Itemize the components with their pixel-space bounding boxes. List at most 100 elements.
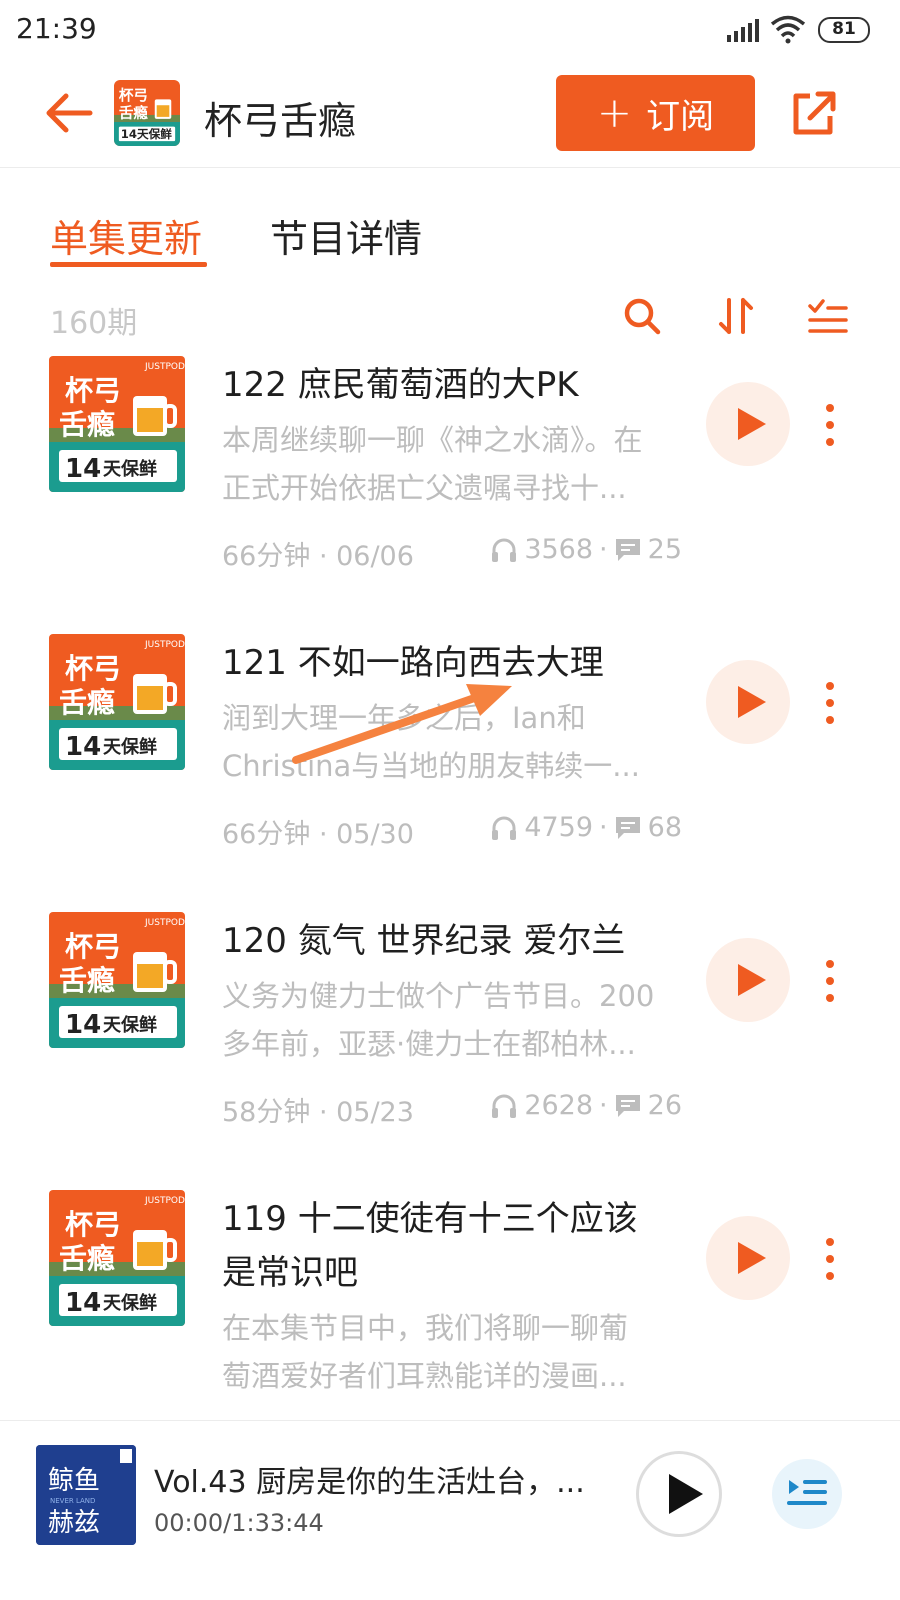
mini-player[interactable]: 鲸鱼 NEVER LAND 赫兹 Vol.43 厨房是你的生活灶台，... 00… [0,1420,900,1600]
cover-days-label: 天保鲜 [103,458,157,480]
play-button[interactable] [706,1216,790,1300]
podcast-title: 杯弓舌瘾 [204,99,357,143]
cover-days-label: 天保鲜 [103,736,157,758]
tab-bar: 单集更新 节目详情 [0,168,900,268]
episode-description: 义务为健力士做个广告节目。200 多年前，亚瑟·健力士在都柏林... [222,972,682,1068]
comment-icon [615,1094,640,1117]
podcast-cover-small: 杯弓 舌瘾 14天保鲜 [114,80,180,146]
episode-meta: 66分钟 · 05/30 4759 · 68 [222,812,682,850]
play-icon [669,1474,703,1514]
play-button[interactable] [706,382,790,466]
cover-badge: JUSTPOD [144,640,185,650]
tab-program-details[interactable]: 节目详情 [270,208,422,263]
play-count: 4759 [524,812,594,843]
episode-description-line: 义务为健力士做个广告节目。200 [222,979,655,1013]
now-playing-time: 00:00/1:33:44 [154,1509,324,1537]
share-icon[interactable] [788,88,838,138]
episode-title[interactable]: 120 氮气 世界纪录 爱尔兰 [222,914,662,968]
cover-days-label: 天保鲜 [103,1014,157,1036]
cover-badge: JUSTPOD [144,918,185,928]
episode-meta: 58分钟 · 05/23 2628 · 26 [222,1090,682,1128]
player-cover: 鲸鱼 NEVER LAND 赫兹 [36,1445,136,1545]
comment-icon [615,816,640,839]
sort-icon[interactable] [716,296,756,336]
cover-title-line1: 杯弓 [65,374,121,407]
cover-title-line2: 舌瘾 [59,964,115,997]
svg-text:杯弓: 杯弓 [119,87,148,104]
cover-title-line2: 舌瘾 [59,686,115,719]
comment-count: 68 [647,812,682,843]
wifi-icon [770,15,806,44]
episode-description: 在本集节目中，我们将聊一聊葡 萄酒爱好者们耳熟能详的漫画... [222,1304,682,1400]
cover-days: 14 [65,732,101,762]
more-options-icon[interactable] [815,956,845,1006]
cover-days: 14 [65,1288,101,1318]
episode-description-line: 萄酒爱好者们耳熟能详的漫画... [222,1359,627,1393]
now-playing-title[interactable]: Vol.43 厨房是你的生活灶台，... [154,1457,594,1501]
episode-description-line: 润到大理一年多之后，Ian和 [222,701,586,735]
more-options-icon[interactable] [815,400,845,450]
mini-player-play-button[interactable] [636,1451,722,1537]
playlist-button[interactable] [772,1459,842,1529]
more-options-icon[interactable] [815,1234,845,1284]
episode-description-line: 在本集节目中，我们将聊一聊葡 [222,1311,629,1345]
episode-description: 润到大理一年多之后，Ian和 Christina与当地的朋友韩续一... [222,694,682,790]
playlist-icon [787,1480,827,1505]
play-count: 2628 [524,1090,594,1121]
search-icon[interactable] [622,296,662,336]
episode-meta: 66分钟 · 06/06 3568 · 25 [222,534,682,572]
episode-title[interactable]: 119 十二使徒有十三个应该 是常识吧 [222,1192,662,1300]
cover-title-line1: 杯弓 [65,652,121,685]
player-cover-small-text: NEVER LAND [50,1497,95,1505]
episode-description-line: 多年前，亚瑟·健力士在都柏林... [222,1027,636,1061]
headphones-icon [492,816,517,840]
headphones-icon [492,538,517,562]
status-bar: 21:39 81 [0,0,900,62]
play-icon [738,408,766,440]
episode-description-line: 本周继续聊一聊《神之水滴》。在 [222,423,643,457]
subscribe-button[interactable]: + 订阅 [556,75,755,151]
cover-badge: JUSTPOD [144,1196,185,1206]
episode-cover: JUSTPOD 杯弓 舌瘾 14 天保鲜 [49,1190,185,1326]
cover-title-line1: 杯弓 [65,1208,121,1241]
more-options-icon[interactable] [815,678,845,728]
episode-description-line: Christina与当地的朋友韩续一... [222,749,640,783]
episode-description: 本周继续聊一聊《神之水滴》。在 正式开始依据亡父遗嘱寻找十... [222,416,682,512]
svg-text:14天保鲜: 14天保鲜 [121,127,172,141]
back-arrow-icon[interactable] [44,90,94,136]
episode-title[interactable]: 122 庶民葡萄酒的大PK [222,358,662,412]
play-icon [738,1242,766,1274]
active-tab-indicator [50,262,207,267]
play-button[interactable] [706,938,790,1022]
tab-episodes[interactable]: 单集更新 [50,208,202,263]
top-app-bar: 杯弓 舌瘾 14天保鲜 杯弓舌瘾 + 订阅 [0,62,900,168]
episode-title-line: 是常识吧 [222,1253,358,1293]
episode-title-line: 119 十二使徒有十三个应该 [222,1199,638,1239]
cover-title-line1: 杯弓 [65,930,121,963]
battery-indicator: 81 [818,17,870,43]
cover-days: 14 [65,454,101,484]
episode-count: 160期 [50,306,138,341]
cover-title-line2: 舌瘾 [59,1242,115,1275]
player-cover-text: 鲸鱼 [48,1466,100,1496]
episode-description-line: 正式开始依据亡父遗嘱寻找十... [222,471,627,505]
episode-duration-date: 66分钟 · 05/30 [222,819,414,850]
comment-count: 25 [647,534,682,565]
batch-select-icon[interactable] [808,296,848,336]
cover-days: 14 [65,1010,101,1040]
cover-badge: JUSTPOD [144,362,185,372]
status-time: 21:39 [16,12,97,45]
episode-cover: JUSTPOD 杯弓 舌瘾 14 天保鲜 [49,356,185,492]
cover-days-label: 天保鲜 [103,1292,157,1314]
subscribe-label: 订阅 [646,96,715,137]
cover-title-line2: 舌瘾 [59,408,115,441]
play-count: 3568 [524,534,594,565]
episode-cover: JUSTPOD 杯弓 舌瘾 14 天保鲜 [49,634,185,770]
episode-duration-date: 66分钟 · 06/06 [222,541,414,572]
play-icon [738,686,766,718]
episode-duration-date: 58分钟 · 05/23 [222,1097,414,1128]
play-button[interactable] [706,660,790,744]
signal-icon [727,19,759,42]
headphones-icon [492,1094,517,1118]
episode-title[interactable]: 121 不如一路向西去大理 [222,636,662,690]
